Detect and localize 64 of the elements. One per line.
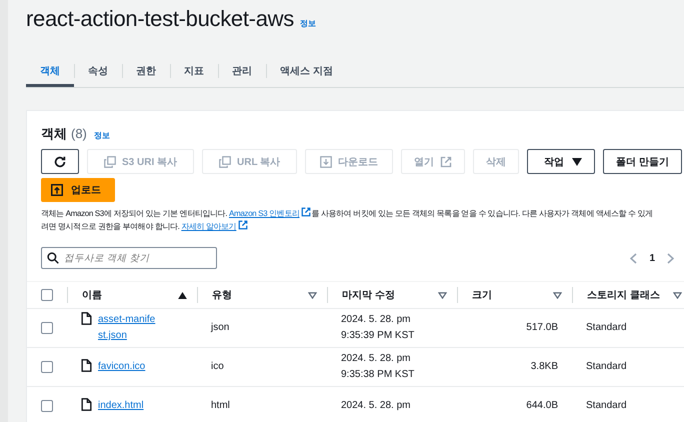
- sort-icon[interactable]: [438, 292, 447, 298]
- upload-button[interactable]: 업로드: [41, 178, 115, 202]
- external-link-icon: [301, 207, 312, 217]
- panel-heading: 객체: [41, 125, 67, 143]
- external-link[interactable]: Amazon S3 인벤토리: [228, 209, 300, 218]
- tab[interactable]: 속성: [74, 55, 122, 87]
- column-header[interactable]: 스토리지 클래스: [587, 288, 660, 302]
- table-cell: 2024. 5. 28. pm 9:35:38 PM KST: [341, 353, 414, 380]
- column-header[interactable]: 크기: [472, 288, 492, 302]
- sort-icon[interactable]: [553, 292, 562, 298]
- column-header[interactable]: 마지막 수정: [342, 288, 395, 302]
- download-icon: [320, 156, 332, 168]
- table-cell: 517.0B: [526, 322, 558, 333]
- table-cell: Standard: [586, 361, 627, 372]
- table-cell: html: [211, 400, 230, 411]
- tab[interactable]: 관리: [218, 55, 266, 87]
- copy-icon: [219, 156, 232, 168]
- file-icon: [81, 312, 92, 325]
- table-cell: Standard: [586, 322, 627, 333]
- table-cell: 2024. 5. 28. pm 9:35:39 PM KST: [341, 314, 414, 341]
- table-cell: 644.0B: [526, 400, 558, 411]
- description-text: 를 사용하여 버킷에 있는 모든 객체의 목록을 얻을 수 있습니다. 다른 사용자가 객체에 액세스할 수 있게: [311, 209, 653, 218]
- row-checkbox[interactable]: [41, 361, 53, 373]
- copy-icon: [104, 156, 116, 168]
- info-link[interactable]: 정보: [300, 18, 316, 29]
- tab[interactable]: 객체: [26, 55, 74, 87]
- tab[interactable]: 권한: [122, 55, 170, 87]
- external-link-icon: [238, 220, 248, 230]
- object-link[interactable]: favicon.ico: [98, 359, 146, 375]
- object-link[interactable]: asset-manifest.json: [98, 312, 158, 344]
- tab[interactable]: 지표: [170, 55, 218, 87]
- sort-ascending-icon[interactable]: [178, 292, 187, 298]
- info-link[interactable]: 정보: [94, 130, 110, 141]
- file-icon: [81, 359, 92, 372]
- object-link[interactable]: index.html: [98, 398, 144, 414]
- table-cell: Standard: [586, 400, 627, 411]
- external-link-icon: [440, 156, 452, 168]
- page-number[interactable]: 1: [649, 252, 655, 264]
- column-header[interactable]: 유형: [212, 288, 232, 302]
- refresh-icon: [53, 154, 67, 168]
- bucket-title: react-action-test-bucket-aws: [26, 6, 294, 32]
- table-cell: 2024. 5. 28. pm: [341, 400, 410, 411]
- row-checkbox[interactable]: [41, 400, 53, 412]
- external-link[interactable]: 자세히 알아보기: [181, 222, 236, 231]
- object-count: (8): [71, 126, 87, 141]
- table-cell: ico: [211, 361, 224, 372]
- sort-icon[interactable]: [673, 292, 682, 298]
- description-text: 려면 명시적으로 권한을 부여해야 합니다.: [41, 222, 180, 231]
- search-icon: [47, 252, 59, 264]
- actions-dropdown[interactable]: 작업: [527, 149, 596, 174]
- toolbar-button[interactable]: 폴더 만들기: [603, 149, 682, 174]
- column-header[interactable]: 이름: [82, 288, 102, 302]
- refresh-button[interactable]: [41, 149, 79, 174]
- search-field[interactable]: 접두사로 객체 찾기: [41, 247, 217, 269]
- tab[interactable]: 액세스 지점: [266, 55, 347, 87]
- table-cell: 3.8KB: [530, 361, 558, 372]
- select-all-checkbox[interactable]: [41, 289, 53, 301]
- file-icon: [81, 398, 92, 411]
- sort-icon[interactable]: [308, 292, 317, 298]
- description-text: 객체는 Amazon S3에 저장되어 있는 기본 엔터티입니다.: [41, 209, 228, 218]
- upload-icon: [51, 184, 63, 196]
- caret-down-icon: [572, 158, 582, 166]
- row-checkbox[interactable]: [41, 322, 53, 334]
- table-cell: json: [211, 322, 230, 333]
